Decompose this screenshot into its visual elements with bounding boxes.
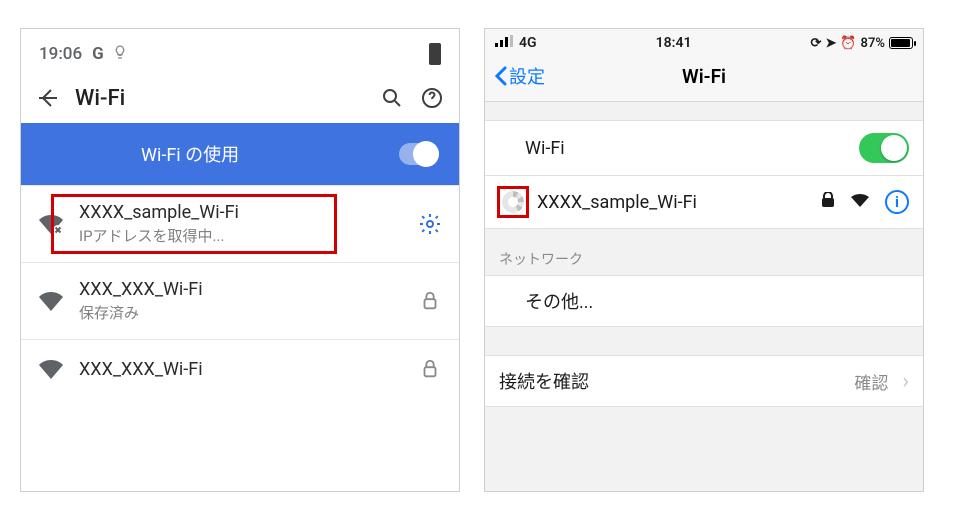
ask-to-join-row[interactable]: 接続を確認 確認 › xyxy=(485,355,923,407)
wifi-toggle-label: Wi-Fi の使用 xyxy=(141,141,239,167)
other-label: その他... xyxy=(525,288,593,314)
status-time: 18:41 xyxy=(656,35,692,51)
wifi-master-toggle-row[interactable]: Wi-Fi の使用 xyxy=(21,123,459,185)
page-title: Wi-Fi xyxy=(75,86,365,111)
alarm-icon: ⏰ xyxy=(840,36,856,51)
network-status: IPアドレスを取得中... xyxy=(79,225,403,246)
other-network-row[interactable]: その他... xyxy=(485,275,923,327)
network-ssid: XXX_XXX_Wi-Fi xyxy=(79,359,403,380)
chevron-right-icon: › xyxy=(902,369,909,394)
wifi-network-row[interactable]: XXXX_sample_Wi-Fi IPアドレスを取得中... xyxy=(21,185,459,262)
ios-statusbar: 4G 18:41 ⟳ ➤ ⏰ 87% xyxy=(485,29,923,53)
page-title: Wi-Fi xyxy=(485,65,923,88)
help-icon[interactable] xyxy=(419,85,445,111)
wifi-network-row[interactable]: XXX_XXX_Wi-Fi xyxy=(21,339,459,398)
battery-icon xyxy=(889,37,913,49)
signal-bars-icon xyxy=(495,35,513,51)
android-statusbar: 19:06 G xyxy=(21,29,459,75)
carrier-label: 4G xyxy=(519,35,537,51)
network-ssid: XXXX_sample_Wi-Fi xyxy=(79,202,403,223)
bulb-icon xyxy=(112,44,128,64)
section-header-networks: ネットワーク xyxy=(485,229,923,275)
lock-icon xyxy=(821,192,835,213)
battery-icon xyxy=(429,43,441,65)
highlight-box xyxy=(497,186,529,218)
info-icon[interactable]: i xyxy=(885,190,909,214)
wifi-label: Wi-Fi xyxy=(525,138,565,159)
wifi-connected-row[interactable]: XXXX_sample_Wi-Fi i xyxy=(485,176,923,229)
android-appbar: Wi-Fi xyxy=(21,75,459,123)
location-icon: ➤ xyxy=(825,36,836,51)
wifi-toggle-switch[interactable] xyxy=(859,133,909,163)
wifi-icon xyxy=(37,357,65,381)
network-ssid: XXX_XXX_Wi-Fi xyxy=(79,279,403,300)
ask-label: 接続を確認 xyxy=(499,368,589,394)
wifi-toggle-switch[interactable] xyxy=(399,143,439,165)
status-time: 19:06 xyxy=(39,44,82,64)
ios-navbar: 設定 Wi-Fi xyxy=(485,53,923,102)
orientation-lock-icon: ⟳ xyxy=(811,36,822,51)
wifi-icon xyxy=(37,289,65,313)
wifi-strength-icon xyxy=(851,192,869,213)
network-status: 保存済み xyxy=(79,302,403,323)
search-icon[interactable] xyxy=(379,85,405,111)
network-ssid: XXXX_sample_Wi-Fi xyxy=(537,192,697,213)
google-g-icon: G xyxy=(92,44,104,64)
wifi-network-row[interactable]: XXX_XXX_Wi-Fi 保存済み xyxy=(21,262,459,339)
ios-screen: 4G 18:41 ⟳ ➤ ⏰ 87% 設定 Wi-Fi Wi-Fi XXXX_s… xyxy=(484,28,924,492)
back-arrow-icon[interactable] xyxy=(35,85,61,111)
gear-icon[interactable] xyxy=(417,211,443,237)
battery-percent: 87% xyxy=(861,36,885,51)
ask-value: 確認 xyxy=(854,369,888,394)
android-screen: 19:06 G Wi-Fi Wi-Fi の使用 XXXX_sample_Wi-F… xyxy=(20,28,460,492)
lock-icon xyxy=(417,356,443,382)
wifi-error-icon xyxy=(37,212,65,236)
lock-icon xyxy=(417,288,443,314)
wifi-master-row[interactable]: Wi-Fi xyxy=(485,120,923,176)
